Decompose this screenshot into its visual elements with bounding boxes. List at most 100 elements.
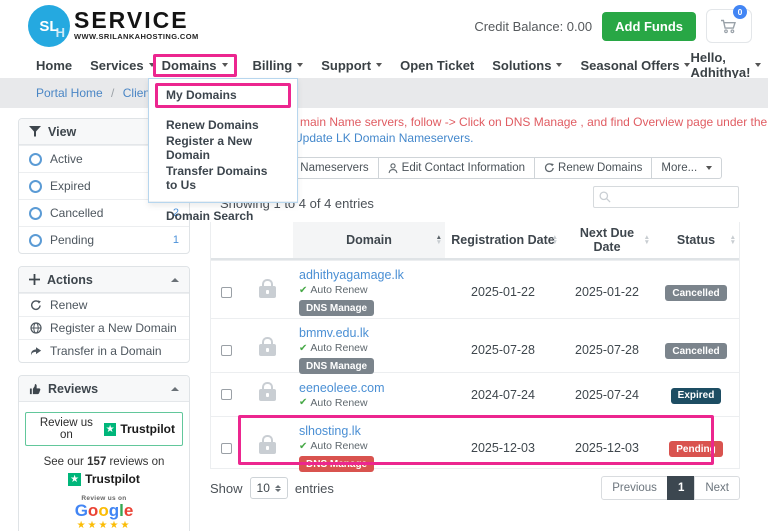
lock-icon xyxy=(259,442,276,454)
chevron-down-icon xyxy=(556,63,562,67)
radio-icon xyxy=(29,153,42,166)
search-input[interactable] xyxy=(615,191,725,203)
dns-manage-button[interactable]: DNS Manage xyxy=(299,300,374,316)
table-row: slhosting.lk ✔Auto Renew DNS Manage 2025… xyxy=(211,416,739,468)
header-domain[interactable]: Domain ▲▼ xyxy=(293,222,445,258)
bulk-actions-toolbar: Update Nameservers Edit Contact Informat… xyxy=(250,157,722,179)
globe-icon xyxy=(29,322,42,334)
add-funds-button[interactable]: Add Funds xyxy=(602,12,696,41)
row-checkbox[interactable] xyxy=(221,443,232,454)
check-icon: ✔ xyxy=(299,441,307,452)
trustpilot-review-button[interactable]: Review us on ★ Trustpilot xyxy=(25,412,183,446)
dns-manage-button[interactable]: DNS Manage xyxy=(299,456,374,472)
chevron-down-icon xyxy=(706,166,712,170)
menu-item-register-domain[interactable]: Register a New Domain xyxy=(149,134,297,164)
breadcrumb-bar: Portal Home / Client Area xyxy=(0,78,768,108)
domain-link[interactable]: adhithyagamage.lk xyxy=(299,268,445,282)
google-logo[interactable]: Google xyxy=(25,502,183,520)
next-due-date: 2025-01-22 xyxy=(561,285,653,299)
logo[interactable]: SL H SERVICE WWW.SRILANKAHOSTING.COM xyxy=(28,5,199,47)
reviews-panel: Reviews Review us on ★ Trustpilot See ou… xyxy=(18,375,190,531)
table-row: eeneoleee.com ✔Auto Renew 2024-07-24 202… xyxy=(211,372,739,416)
credit-balance: Credit Balance: 0.00 xyxy=(474,19,592,34)
row-checkbox[interactable] xyxy=(221,345,232,356)
cart-count-badge: 0 xyxy=(733,5,747,19)
page-1-button[interactable]: 1 xyxy=(667,476,695,500)
nameserver-notice-text: main Name servers, follow -> Click on DN… xyxy=(300,115,767,129)
next-due-date: 2025-12-03 xyxy=(561,441,653,455)
nav-user-menu[interactable]: Hello, Adhithya! xyxy=(690,50,761,80)
trustpilot-star-icon: ★ xyxy=(104,423,117,436)
table-header-row: Domain ▲▼ Registration Date ▲▼ Next Due … xyxy=(211,222,739,260)
action-register-domain[interactable]: Register a New Domain xyxy=(19,316,189,339)
menu-item-renew-domains[interactable]: Renew Domains xyxy=(149,117,297,134)
cart-button[interactable]: 0 xyxy=(706,9,752,43)
nameserver-notice-link[interactable]: Update LK Domain Nameservers. xyxy=(294,131,473,145)
sort-icon: ▲▼ xyxy=(730,235,736,245)
row-checkbox[interactable] xyxy=(221,389,232,400)
action-renew[interactable]: Renew xyxy=(19,293,189,316)
table-search[interactable] xyxy=(593,186,739,208)
menu-item-transfer-domains[interactable]: Transfer Domains to Us xyxy=(149,164,297,194)
sort-icon: ▲▼ xyxy=(644,235,650,245)
count-pending: 1 xyxy=(173,234,179,246)
logo-h-text: H xyxy=(56,25,65,40)
previous-page-button[interactable]: Previous xyxy=(601,476,668,500)
pagination: Previous 1 Next xyxy=(602,476,740,500)
header-status[interactable]: Status ▲▼ xyxy=(653,222,739,258)
nav-domains[interactable]: Domains xyxy=(153,54,237,77)
domain-link[interactable]: slhosting.lk xyxy=(299,424,445,438)
page-size-select[interactable]: 10 xyxy=(250,477,288,499)
person-icon xyxy=(388,163,398,174)
share-arrow-icon xyxy=(29,346,42,357)
breadcrumb-portal-home[interactable]: Portal Home xyxy=(36,86,103,100)
nav-services[interactable]: Services xyxy=(90,58,155,73)
next-due-date: 2025-07-24 xyxy=(561,388,653,402)
header-checkbox-col xyxy=(211,222,241,258)
action-transfer-domain[interactable]: Transfer in a Domain xyxy=(19,339,189,362)
domains-table: Domain ▲▼ Registration Date ▲▼ Next Due … xyxy=(210,222,740,469)
registration-date: 2025-12-03 xyxy=(445,441,561,455)
chevron-down-icon xyxy=(755,63,761,67)
reviews-panel-header[interactable]: Reviews xyxy=(19,376,189,402)
check-icon: ✔ xyxy=(299,285,307,296)
nav-open-ticket[interactable]: Open Ticket xyxy=(400,58,474,73)
nav-support[interactable]: Support xyxy=(321,58,382,73)
search-icon xyxy=(599,191,611,203)
chevron-down-icon xyxy=(222,63,228,67)
header-registration-date[interactable]: Registration Date ▲▼ xyxy=(445,222,561,258)
next-due-date: 2025-07-28 xyxy=(561,343,653,357)
nav-home[interactable]: Home xyxy=(36,58,72,73)
header-lock-col xyxy=(241,222,293,258)
domain-link[interactable]: bmmv.edu.lk xyxy=(299,326,445,340)
header-next-due-date[interactable]: Next Due Date ▲▼ xyxy=(561,222,653,258)
registration-date: 2025-01-22 xyxy=(445,285,561,299)
actions-panel-header[interactable]: Actions xyxy=(19,267,189,293)
dns-manage-button[interactable]: DNS Manage xyxy=(299,358,374,374)
sort-icon: ▲▼ xyxy=(552,235,558,245)
more-button[interactable]: More... xyxy=(651,157,722,179)
registration-date: 2024-07-24 xyxy=(445,388,561,402)
brand-site: WWW.SRILANKAHOSTING.COM xyxy=(74,32,199,41)
radio-icon xyxy=(29,180,42,193)
logo-circle: SL H xyxy=(28,5,70,47)
row-checkbox[interactable] xyxy=(221,287,232,298)
nav-seasonal-offers[interactable]: Seasonal Offers xyxy=(580,58,690,73)
filter-pending[interactable]: Pending 1 xyxy=(19,226,189,253)
menu-item-domain-search[interactable]: Domain Search xyxy=(149,209,297,226)
main-nav: Home Services Domains Billing Support Op… xyxy=(0,52,768,78)
table-row: adhithyagamage.lk ✔Auto Renew DNS Manage… xyxy=(211,260,739,318)
edit-contact-button[interactable]: Edit Contact Information xyxy=(378,157,535,179)
chevron-up-icon xyxy=(171,278,179,282)
plus-icon xyxy=(29,274,40,285)
status-badge: Expired xyxy=(671,388,722,404)
next-page-button[interactable]: Next xyxy=(694,476,740,500)
refresh-icon xyxy=(544,163,554,173)
renew-domains-button[interactable]: Renew Domains xyxy=(534,157,652,179)
nav-billing[interactable]: Billing xyxy=(253,58,304,73)
domain-link[interactable]: eeneoleee.com xyxy=(299,381,445,395)
trustpilot-link[interactable]: ★ Trustpilot xyxy=(25,472,183,486)
nav-solutions[interactable]: Solutions xyxy=(492,58,562,73)
menu-item-my-domains[interactable]: My Domains xyxy=(155,83,291,108)
cart-icon xyxy=(720,19,738,34)
